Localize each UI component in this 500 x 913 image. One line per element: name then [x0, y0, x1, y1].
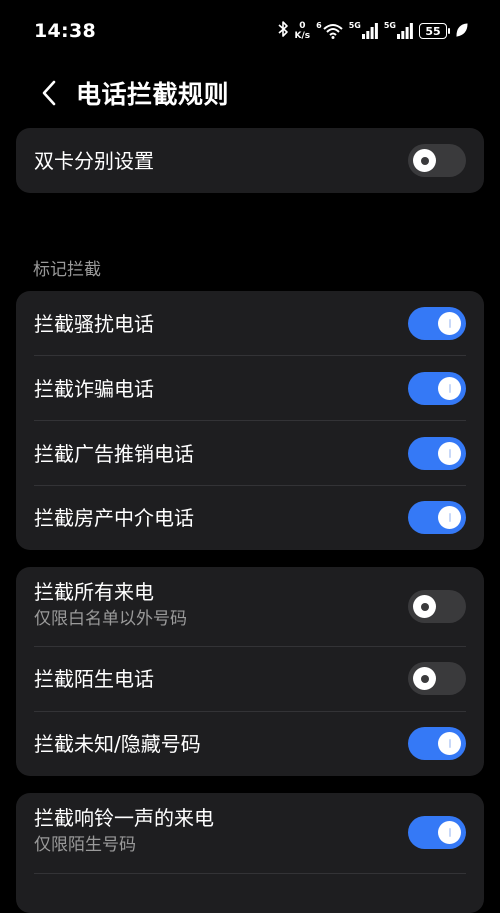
block-realestate-row[interactable]: 拦截房产中介电话 — [16, 486, 484, 550]
cellular-signal-icon-1: 5G — [348, 21, 378, 39]
bluetooth-icon — [277, 20, 289, 42]
block-realestate-toggle[interactable] — [408, 501, 466, 534]
block-unknown-row[interactable]: 拦截未知/隐藏号码 — [16, 712, 484, 776]
network-speed-value: 0 — [299, 21, 306, 31]
block-one-ring-row[interactable]: 拦截响铃一声的来电 仅限陌生号码 — [16, 793, 484, 873]
block-fraud-row[interactable]: 拦截诈骗电话 — [16, 356, 484, 421]
wifi-icon: 6 — [316, 21, 343, 39]
ring-block-card: 拦截响铃一声的来电 仅限陌生号码 — [16, 793, 484, 913]
block-realestate-label: 拦截房产中介电话 — [34, 506, 194, 530]
status-time: 14:38 — [34, 20, 96, 42]
battery-level: 55 — [419, 23, 447, 39]
dual-sim-row[interactable]: 双卡分别设置 — [16, 128, 484, 193]
block-strangers-row[interactable]: 拦截陌生电话 — [16, 647, 484, 711]
back-button[interactable] — [34, 78, 64, 108]
block-unknown-label: 拦截未知/隐藏号码 — [34, 732, 201, 756]
marked-block-card: 拦截骚扰电话 拦截诈骗电话 拦截广告推销电话 拦截房产中介电话 — [16, 291, 484, 550]
block-all-calls-label: 拦截所有来电 — [34, 580, 154, 604]
block-fraud-label: 拦截诈骗电话 — [34, 376, 154, 401]
block-one-ring-toggle[interactable] — [408, 816, 466, 849]
block-strangers-toggle[interactable] — [408, 662, 466, 695]
status-bar: 14:38 0 K/s 6 5G 5G 55 — [0, 0, 500, 62]
status-icons: 0 K/s 6 5G 5G 55 — [277, 20, 468, 42]
block-all-calls-sub: 仅限白名单以外号码 — [34, 609, 187, 629]
block-harassment-toggle[interactable] — [408, 307, 466, 340]
network-speed-unit: K/s — [294, 31, 311, 41]
block-one-ring-sub: 仅限陌生号码 — [34, 835, 136, 855]
cellular-signal-icon-2: 5G — [383, 21, 413, 39]
network-speed: 0 K/s — [295, 21, 311, 41]
sim1-tag: 5G — [348, 21, 361, 30]
section-title-marked: 标记拦截 — [33, 260, 101, 280]
chevron-left-icon — [42, 80, 56, 106]
block-ads-row[interactable]: 拦截广告推销电话 — [16, 421, 484, 486]
block-all-calls-toggle[interactable] — [408, 590, 466, 623]
dual-sim-toggle[interactable] — [408, 144, 466, 177]
block-harassment-label: 拦截骚扰电话 — [34, 311, 154, 336]
block-harassment-row[interactable]: 拦截骚扰电话 — [16, 291, 484, 356]
block-unknown-toggle[interactable] — [408, 727, 466, 760]
battery-icon: 55 — [419, 23, 450, 39]
dual-sim-card: 双卡分别设置 — [16, 128, 484, 193]
wifi-tag: 6 — [316, 21, 322, 30]
block-strangers-label: 拦截陌生电话 — [34, 667, 154, 691]
dual-sim-label: 双卡分别设置 — [34, 148, 154, 173]
block-ads-label: 拦截广告推销电话 — [34, 441, 194, 466]
block-ads-toggle[interactable] — [408, 437, 466, 470]
page-title: 电话拦截规则 — [76, 80, 230, 109]
sim2-tag: 5G — [383, 21, 396, 30]
page-header: 电话拦截规则 — [0, 62, 500, 124]
block-one-ring-label: 拦截响铃一声的来电 — [34, 806, 214, 830]
block-fraud-toggle[interactable] — [408, 372, 466, 405]
leaf-icon — [456, 22, 468, 41]
call-block-card: 拦截所有来电 仅限白名单以外号码 拦截陌生电话 拦截未知/隐藏号码 — [16, 567, 484, 776]
block-all-calls-row[interactable]: 拦截所有来电 仅限白名单以外号码 — [16, 567, 484, 646]
